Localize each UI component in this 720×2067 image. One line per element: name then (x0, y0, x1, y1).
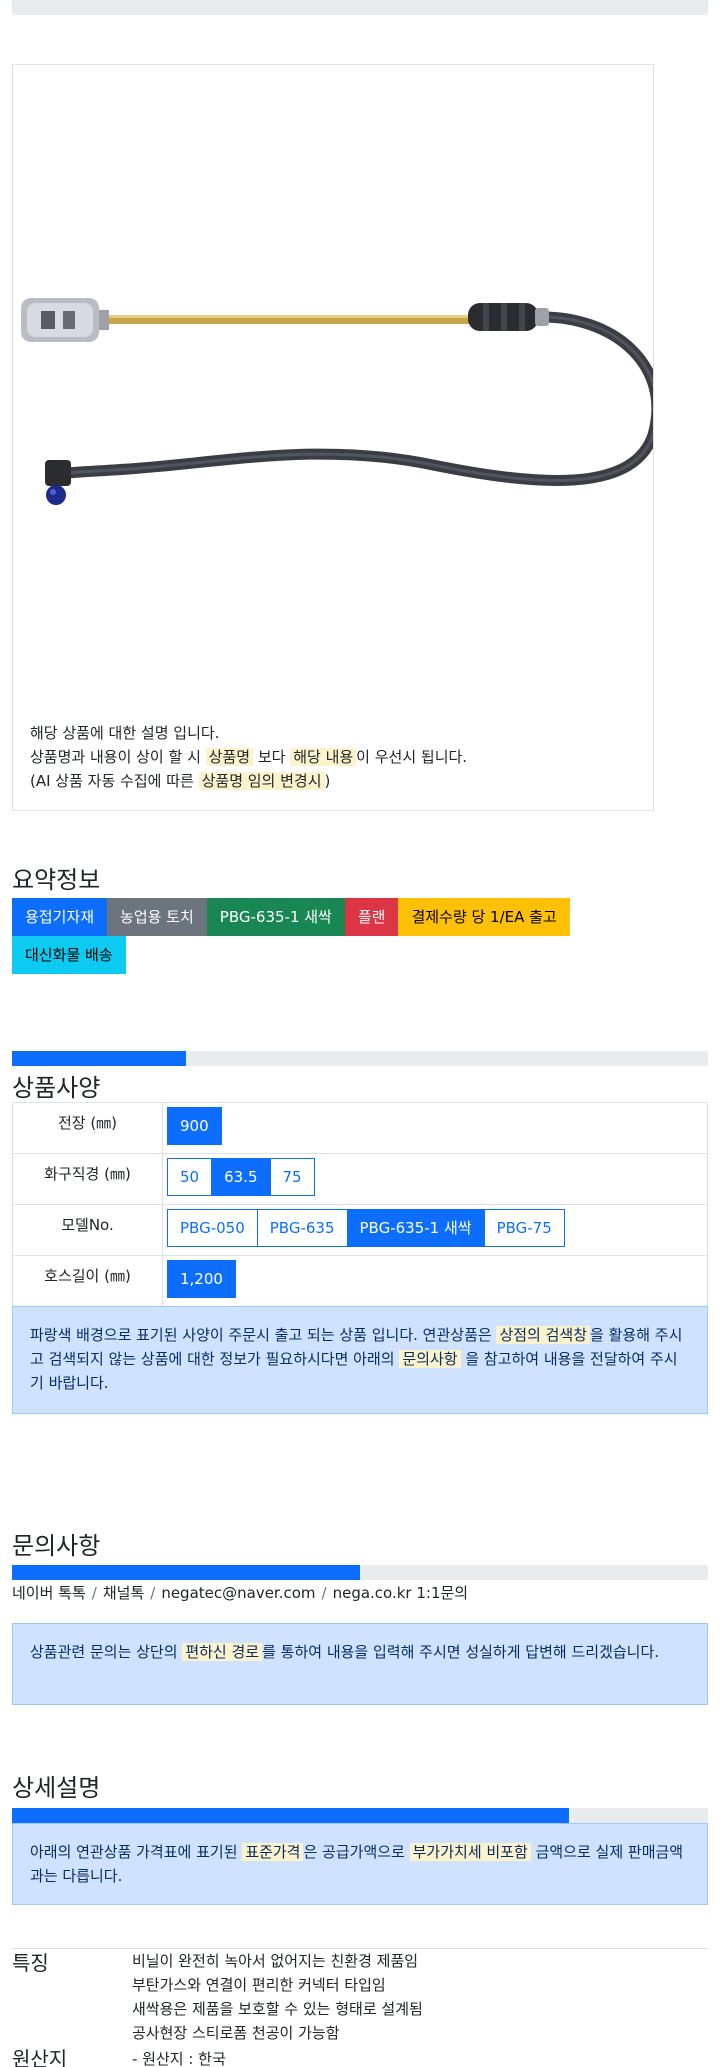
highlight-search-box: 상점의 검색창 (496, 1326, 591, 1344)
spec-progress-fill (12, 1051, 186, 1066)
spec-table: 전장 (㎜) 900 화구직경 (㎜) 50 63.5 75 모델No. PBG-050 PBG… (12, 1102, 708, 1307)
contact-link[interactable]: nega.co.kr 1:1문의 (333, 1584, 469, 1602)
spec-row: 호스길이 (㎜) 1,200 (12, 1255, 708, 1307)
highlight-content: 해당 내용 (290, 748, 357, 766)
features-list: 비닐이 완전히 녹아서 없어지는 친환경 제품임부탄가스와 연결이 편리한 커넥… (132, 1949, 423, 2045)
summary-title: 요약정보 (12, 866, 101, 894)
inquiry-progress-bar (12, 1565, 708, 1580)
spec-option-button[interactable]: PBG-75 (483, 1209, 565, 1247)
spec-options: PBG-050 PBG-635 PBG-635-1 새싹 PBG-75 (162, 1204, 708, 1256)
spec-label: 전장 (㎜) (12, 1102, 163, 1154)
features-section: 특징 비닐이 완전히 녹아서 없어지는 친환경 제품임부탄가스와 연결이 편리한… (12, 1948, 708, 2067)
contact-link[interactable]: 채널톡 (103, 1584, 144, 1602)
spec-option-button[interactable]: 50 (167, 1158, 213, 1196)
highlight-standard-price: 표준가격 (242, 1843, 304, 1861)
highlight-name-change: 상품명 임의 변경시 (198, 772, 325, 790)
spec-row: 화구직경 (㎜) 50 63.5 75 (12, 1153, 708, 1205)
spec-option-button[interactable]: 900 (167, 1107, 222, 1145)
feature-item: 비닐이 완전히 녹아서 없어지는 친환경 제품임 (132, 1952, 419, 1970)
features-row: 특징 비닐이 완전히 녹아서 없어지는 친환경 제품임부탄가스와 연결이 편리한… (12, 1949, 708, 2045)
summary-badge: 농업용 토치 (107, 898, 207, 936)
summary-badge: PBG-635-1 새싹 (206, 898, 345, 936)
feature-item: 공사현장 스티로폼 천공이 가능함 (132, 2024, 340, 2042)
inquiry-progress-fill (12, 1565, 360, 1580)
detail-progress-bar (12, 1808, 708, 1823)
inquiry-notice: 상품관련 문의는 상단의 편하신 경로 를 통하여 내용을 입력해 주시면 성실하… (12, 1623, 708, 1705)
description-line-3: (AI 상품 자동 수집에 따른 상품명 임의 변경시) (30, 772, 331, 790)
product-image (21, 298, 653, 505)
highlight-inquiry: 문의사항 (399, 1350, 461, 1368)
origin-row: 원산지 - 원산지 : 한국 (12, 2045, 708, 2067)
highlight-vat-excluded: 부가가치세 비포함 (409, 1843, 531, 1861)
summary-badge: 용접기자재 (12, 898, 108, 936)
detail-title: 상세설명 (12, 1774, 101, 1802)
image-description: 해당 상품에 대한 설명 입니다. 상품명과 내용이 상이 할 시 상품명 보다… (30, 721, 467, 793)
product-image-card: 해당 상품에 대한 설명 입니다. 상품명과 내용이 상이 할 시 상품명 보다… (12, 64, 654, 811)
feature-item: 부탄가스와 연결이 편리한 커넥터 타입임 (132, 1976, 386, 1994)
detail-progress-fill (12, 1808, 569, 1823)
features-label: 특징 (12, 1951, 49, 1975)
spec-label: 모델No. (12, 1204, 163, 1256)
spec-option-button[interactable]: PBG-050 (167, 1209, 258, 1247)
spec-options: 1,200 (162, 1255, 708, 1307)
spec-options: 900 (162, 1102, 708, 1154)
summary-badge: 플랜 (344, 898, 399, 936)
detail-notice: 아래의 연관상품 가격표에 표기된 표준가격 은 공급가액으로 부가가치세 비포함… (12, 1823, 708, 1905)
spec-label: 화구직경 (㎜) (12, 1153, 163, 1205)
contact-separator: / (321, 1584, 327, 1602)
summary-badge: 대신화물 배송 (12, 936, 126, 974)
contact-separator: / (150, 1584, 156, 1602)
spec-option-button[interactable]: 63.5 (211, 1158, 271, 1196)
summary-badges: 용접기자재 농업용 토치 PBG-635-1 새싹 플랜 결제수량 당 1/EA 출고대… (12, 898, 708, 974)
inquiry-title: 문의사항 (12, 1532, 101, 1560)
spec-option-button[interactable]: 1,200 (167, 1260, 236, 1298)
spec-row: 모델No. PBG-050 PBG-635 PBG-635-1 새싹 PBG-75 (12, 1204, 708, 1256)
spec-progress-bar (12, 1051, 708, 1066)
summary-badge: 결제수량 당 1/EA 출고 (398, 898, 570, 936)
origin-label: 원산지 (12, 2047, 68, 2067)
spec-option-button[interactable]: PBG-635 (256, 1209, 348, 1247)
contact-link[interactable]: negatec@naver.com (161, 1584, 315, 1602)
highlight-preferred-route: 편하신 경로 (182, 1643, 263, 1661)
feature-item: 새싹용은 제품을 보호할 수 있는 형태로 설계됨 (132, 2000, 423, 2018)
origin-value: - 원산지 : 한국 (132, 2050, 226, 2067)
highlight-product-name: 상품명 (205, 748, 254, 766)
spec-notice: 파랑색 배경으로 표기된 사양이 주문시 출고 되는 상품 입니다. 연관상품은… (12, 1306, 708, 1414)
description-line-1: 해당 상품에 대한 설명 입니다. (30, 724, 220, 742)
contact-separator: / (91, 1584, 97, 1602)
contact-link[interactable]: 네이버 톡톡 (12, 1584, 86, 1602)
spec-option-button[interactable]: 75 (269, 1158, 315, 1196)
spec-label: 호스길이 (㎜) (12, 1255, 163, 1307)
contact-links: 네이버 톡톡 / 채널톡 / negatec@naver.com / nega.co.kr … (12, 1582, 468, 1603)
spec-option-button[interactable]: PBG-635-1 새싹 (346, 1209, 485, 1247)
description-line-2: 상품명과 내용이 상이 할 시 상품명 보다 해당 내용 이 우선시 됩니다. (30, 748, 468, 766)
spec-title: 상품사양 (12, 1074, 101, 1102)
spec-options: 50 63.5 75 (162, 1153, 708, 1205)
top-progress-bar (12, 0, 708, 15)
spec-row: 전장 (㎜) 900 (12, 1102, 708, 1154)
